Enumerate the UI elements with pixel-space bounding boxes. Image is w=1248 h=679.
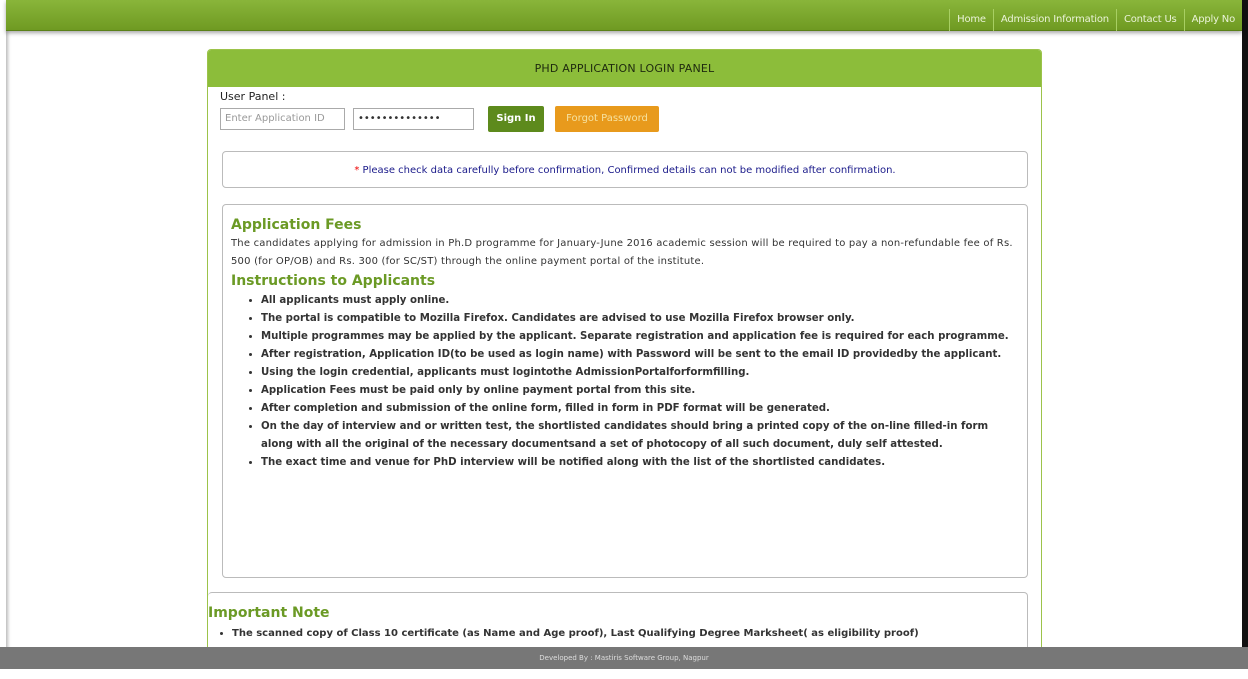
nav-home-link[interactable]: Home xyxy=(949,9,993,31)
information-box: Application Fees The candidates applying… xyxy=(222,204,1028,578)
footer-bar: Developed By : Mastiris Software Group, … xyxy=(0,647,1248,669)
panel-title: PHD APPLICATION LOGIN PANEL xyxy=(208,50,1041,87)
nav-admission-information-link[interactable]: Admission Information xyxy=(992,9,1116,31)
list-item: Application Fees must be paid only by on… xyxy=(261,382,1019,400)
nav-apply-now-link[interactable]: Apply No xyxy=(1183,9,1242,31)
instructions-heading: Instructions to Applicants xyxy=(231,273,436,289)
list-item: The scanned copy of Class 10 certificate… xyxy=(232,625,1027,643)
instructions-list: All applicants must apply online. The po… xyxy=(231,292,1019,472)
list-item: After completion and submission of the o… xyxy=(261,400,1019,418)
confirmation-notice: * Please check data carefully before con… xyxy=(222,151,1028,188)
list-item: All applicants must apply online. xyxy=(261,292,1019,310)
window-left-edge xyxy=(0,0,6,679)
nav-contact-us-link[interactable]: Contact Us xyxy=(1115,9,1184,31)
application-fees-text: The candidates applying for admission in… xyxy=(231,238,1013,267)
application-id-input[interactable]: Enter Application ID xyxy=(220,108,345,130)
list-item: The exact time and venue for PhD intervi… xyxy=(261,454,1019,472)
nav-menu: Home Admission Information Contact Us Ap… xyxy=(949,9,1242,31)
list-item: After registration, Application ID(to be… xyxy=(261,346,1019,364)
sign-in-button[interactable]: Sign In xyxy=(488,106,544,132)
list-item: Using the login credential, applicants m… xyxy=(261,364,1019,382)
password-input[interactable]: •••••••••••••• xyxy=(353,108,474,130)
list-item: On the day of interview and or written t… xyxy=(261,418,1019,454)
bottom-strip xyxy=(0,669,1248,679)
forgot-password-button[interactable]: Forgot Password xyxy=(555,106,659,132)
login-panel: PHD APPLICATION LOGIN PANEL User Panel :… xyxy=(207,49,1042,671)
list-item: Multiple programmes may be applied by th… xyxy=(261,328,1019,346)
important-note-list: The scanned copy of Class 10 certificate… xyxy=(208,625,1027,643)
top-navbar: Home Admission Information Contact Us Ap… xyxy=(6,0,1242,31)
window-right-edge xyxy=(1242,0,1248,679)
user-panel-label: User Panel : xyxy=(220,90,286,103)
notice-text: Please check data carefully before confi… xyxy=(359,165,896,176)
list-item: The portal is compatible to Mozilla Fire… xyxy=(261,310,1019,328)
application-fees-heading: Application Fees xyxy=(231,217,362,233)
important-note-heading: Important Note xyxy=(208,605,330,621)
